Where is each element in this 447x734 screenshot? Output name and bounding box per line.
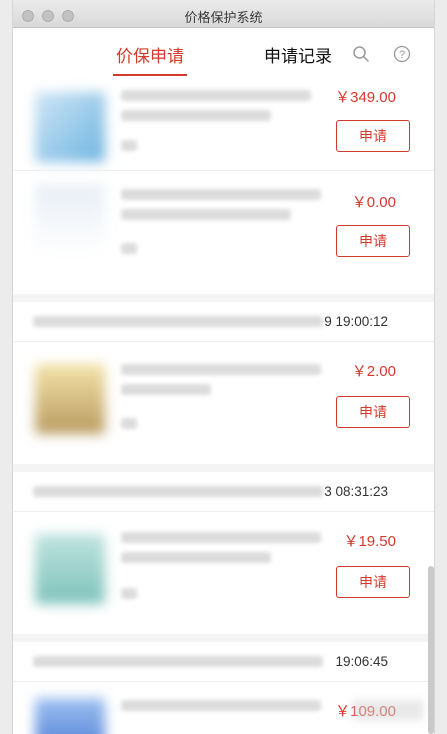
product-thumbnail (35, 534, 105, 604)
product-price: ￥0.00 (351, 194, 396, 211)
apply-button[interactable]: 申请 (336, 396, 410, 428)
vertical-scrollbar[interactable] (428, 566, 434, 734)
product-thumbnail (35, 185, 105, 255)
order-header: 3 08:31:23 (13, 472, 434, 512)
apply-button[interactable]: 申请 (336, 225, 410, 257)
window-title: 价格保护系统 (184, 10, 263, 25)
order-time: 3 08:31:23 (324, 484, 388, 499)
product-thumbnail (35, 364, 105, 434)
apply-button[interactable]: 申请 (336, 566, 410, 598)
product-price: ￥2.00 (351, 363, 396, 380)
product-thumbnail (35, 92, 105, 162)
tab-price-protect-apply[interactable]: 价保申请 (116, 42, 184, 67)
order-card: 3 08:31:23 ￥19.50 申请 (13, 472, 434, 634)
order-card: 9 19:00:12 ￥2.00 申请 (13, 302, 434, 464)
order-header: 9 19:00:12 (13, 302, 434, 342)
title-bar: 价格保护系统 (13, 0, 434, 28)
help-icon[interactable]: ? (393, 45, 411, 63)
product-item: ￥0.00 申请 (13, 170, 434, 294)
search-icon[interactable] (352, 45, 370, 63)
order-time: 19:06:45 (335, 654, 388, 669)
product-item: ￥19.50 申请 (13, 512, 434, 634)
app-window: 价格保护系统 价保申请 申请记录 ? ￥349.00 申请 ￥0.00 申请 9… (12, 0, 435, 734)
active-tab-indicator (113, 74, 187, 76)
product-price: ￥349.00 (335, 89, 396, 106)
product-thumbnail (35, 698, 105, 734)
product-price: ￥19.50 (343, 533, 396, 550)
svg-text:?: ? (399, 49, 405, 61)
top-nav: 价保申请 申请记录 ? (13, 28, 434, 80)
tab-apply-records[interactable]: 申请记录 (264, 42, 332, 67)
apply-button[interactable]: 申请 (336, 120, 410, 152)
watermark (353, 700, 423, 720)
order-time: 9 19:00:12 (324, 314, 388, 329)
order-list: ￥349.00 申请 ￥0.00 申请 9 19:00:12 ￥2.00 申请 … (13, 80, 434, 734)
order-card: 19:06:45 ￥109.00 (13, 642, 434, 734)
order-card: ￥349.00 申请 ￥0.00 申请 (13, 80, 434, 294)
product-item: ￥2.00 申请 (13, 342, 434, 464)
order-header: 19:06:45 (13, 642, 434, 682)
